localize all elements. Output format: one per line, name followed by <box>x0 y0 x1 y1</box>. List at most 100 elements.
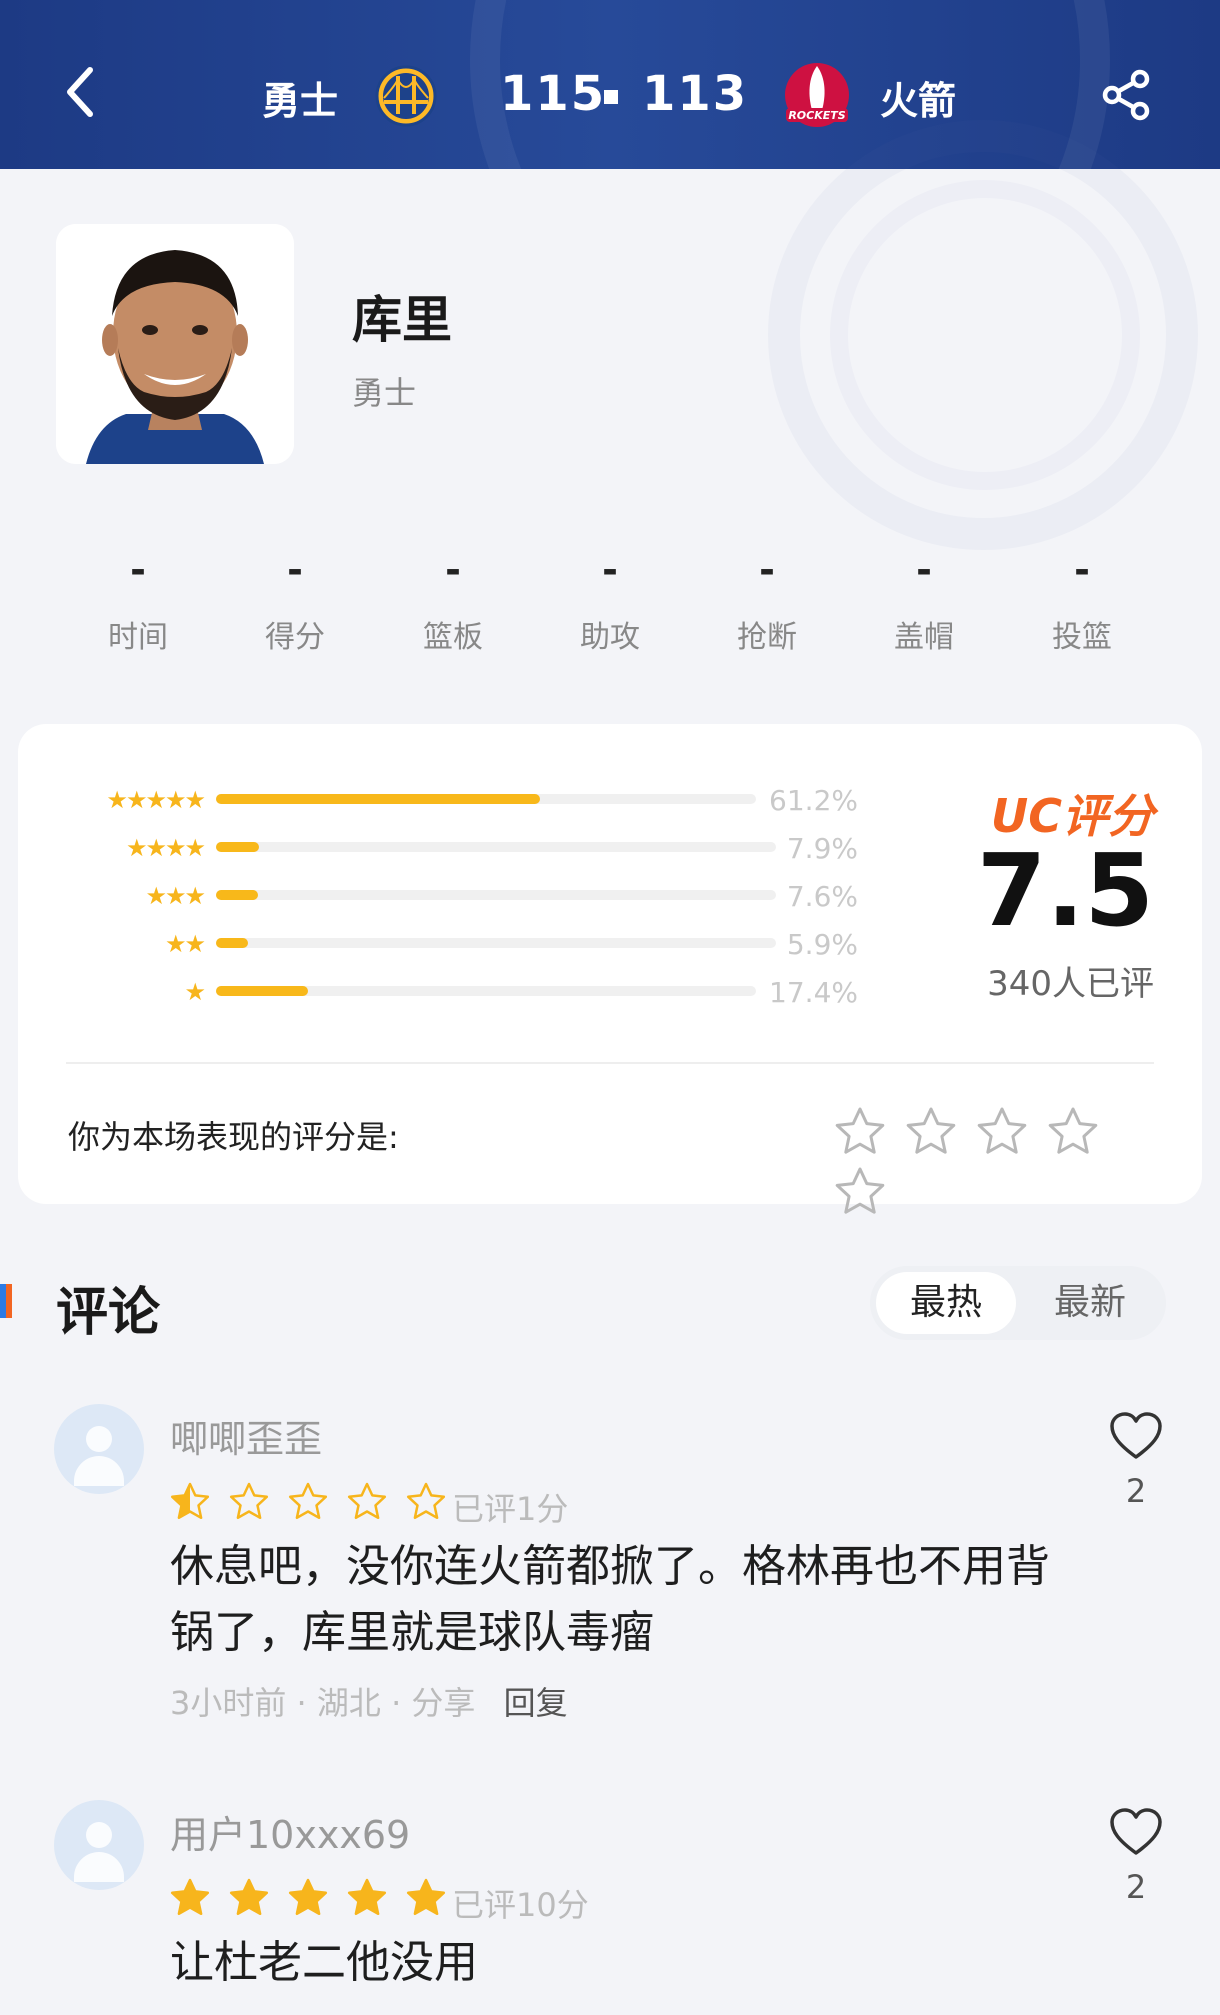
comment-username[interactable]: 唧唧歪歪 <box>170 1408 322 1463</box>
rating-row-5: ★★★★★ 61.2% <box>18 784 878 817</box>
stat-label: 盖帽 <box>894 620 954 655</box>
stat-minutes: - 时间 <box>78 548 198 656</box>
like-count: 2 <box>1125 1472 1147 1510</box>
warriors-logo-icon[interactable] <box>374 64 438 128</box>
away-team-name[interactable]: 火箭 <box>880 70 956 125</box>
comment-meta: 3小时前 · 湖北 · 分享 回复 <box>170 1678 568 1724</box>
four-stars-icon: ★★★★ <box>125 834 206 862</box>
rating-track <box>216 986 756 996</box>
divider <box>66 1062 1154 1064</box>
your-rating-stars[interactable] <box>832 1104 1172 1214</box>
player-team: 勇士 <box>352 374 417 412</box>
your-rating-label: 你为本场表现的评分是: <box>68 1118 399 1156</box>
rating-fill <box>216 938 248 948</box>
rockets-logo-text: ROCKETS <box>788 109 845 122</box>
five-stars-icon: ★★★★★ <box>106 786 206 814</box>
tab-hottest[interactable]: 最热 <box>876 1272 1016 1334</box>
stat-blocks: - 盖帽 <box>864 548 984 656</box>
home-score: 115 <box>500 66 607 122</box>
rating-count: 340人已评 <box>987 964 1154 1004</box>
stat-label: 投篮 <box>1052 620 1112 655</box>
comment-location: 湖北 <box>316 1684 381 1722</box>
comment-sort-tabs: 最热 最新 <box>870 1266 1166 1340</box>
filled-star-icon <box>230 1878 269 1916</box>
uc-rating-score: 7.5 <box>976 832 1154 949</box>
rating-row-1: ★ 17.4% <box>18 976 878 1009</box>
rate-star-5-icon[interactable] <box>832 1164 888 1220</box>
filled-star-icon <box>348 1878 387 1916</box>
empty-star-icon <box>348 1482 387 1520</box>
comments-title: 评论 <box>56 1283 161 1343</box>
rating-track <box>216 938 776 948</box>
stat-value: - <box>602 548 618 592</box>
rate-star-4-icon[interactable] <box>1045 1104 1101 1160</box>
avatar[interactable] <box>54 1404 144 1494</box>
like-count: 2 <box>1125 1868 1147 1906</box>
rating-row-2: ★★ 5.9% <box>18 928 878 961</box>
stat-value: - <box>287 548 303 592</box>
rate-star-1-icon[interactable] <box>832 1104 888 1160</box>
rating-fill <box>216 986 308 996</box>
rate-star-3-icon[interactable] <box>974 1104 1030 1160</box>
rate-star-2-icon[interactable] <box>903 1104 959 1160</box>
tab-newest[interactable]: 最新 <box>1020 1272 1160 1334</box>
filled-star-icon <box>407 1878 446 1916</box>
share-icon[interactable] <box>1100 68 1154 122</box>
comment-text: 休息吧，没你连火箭都掀了。格林再也不用背锅了，库里就是球队毒瘤 <box>170 1541 1050 1658</box>
rating-percent: 61.2% <box>769 784 858 817</box>
comment-given-score: 已评10分 <box>452 1886 589 1924</box>
meta-separator: · <box>296 1684 317 1722</box>
rating-track <box>216 794 756 804</box>
empty-star-icon <box>289 1482 328 1520</box>
rating-row-4: ★★★★ 7.9% <box>18 832 878 865</box>
stat-label: 抢断 <box>737 620 797 655</box>
share-link[interactable]: 分享 <box>411 1684 475 1722</box>
rating-card: ★★★★★ 61.2% ★★★★ 7.9% ★★★ 7.6% ★★ 5.9% ★… <box>18 724 1202 1214</box>
back-arrow-icon[interactable] <box>58 62 108 122</box>
home-team-name[interactable]: 勇士 <box>262 70 338 125</box>
stat-label: 时间 <box>108 620 168 655</box>
away-score: 113 <box>642 66 749 122</box>
rating-track <box>216 842 776 852</box>
heart-icon[interactable] <box>1108 1806 1164 1858</box>
comment-time: 3小时前 <box>170 1684 287 1722</box>
empty-star-icon <box>407 1482 446 1520</box>
rating-percent: 5.9% <box>786 928 858 961</box>
stat-label: 篮板 <box>423 620 483 655</box>
player-name: 库里 <box>352 291 452 349</box>
score-separator <box>604 90 618 104</box>
team-watermark-inner <box>830 180 1140 490</box>
rockets-logo-icon[interactable]: ROCKETS <box>782 60 852 130</box>
stat-assists: - 助攻 <box>550 548 670 656</box>
stat-value: - <box>759 548 775 592</box>
rating-percent: 7.6% <box>786 880 858 913</box>
filled-star-icon <box>289 1878 328 1916</box>
stat-value: - <box>445 548 461 592</box>
half-star-icon <box>170 1482 210 1520</box>
stat-rebounds: - 篮板 <box>393 548 513 656</box>
player-photo <box>56 224 294 464</box>
reply-button[interactable]: 回复 <box>504 1684 568 1722</box>
meta-separator: · <box>391 1684 412 1722</box>
stat-label: 助攻 <box>580 620 640 655</box>
comment-rating-stars <box>168 1480 458 1524</box>
rating-fill <box>216 890 258 900</box>
comment-given-score: 已评1分 <box>452 1490 569 1528</box>
comment-username[interactable]: 用户10xxx69 <box>170 1804 410 1859</box>
one-star-icon: ★ <box>184 978 206 1006</box>
avatar[interactable] <box>54 1800 144 1890</box>
rating-percent: 17.4% <box>769 976 858 1009</box>
two-stars-icon: ★★ <box>164 930 206 958</box>
section-accent <box>0 1284 12 1318</box>
filled-star-icon <box>170 1878 210 1916</box>
heart-icon[interactable] <box>1108 1410 1164 1462</box>
stat-label: 得分 <box>265 620 325 655</box>
comment-rating-stars <box>168 1876 458 1920</box>
comment-text: 让杜老二他没用 <box>170 1937 478 1988</box>
player-portrait-icon <box>56 224 294 464</box>
rating-track <box>216 890 776 900</box>
stat-shooting: - 投篮 <box>1022 548 1142 656</box>
rating-fill <box>216 794 540 804</box>
stat-value: - <box>916 548 932 592</box>
three-stars-icon: ★★★ <box>145 882 206 910</box>
